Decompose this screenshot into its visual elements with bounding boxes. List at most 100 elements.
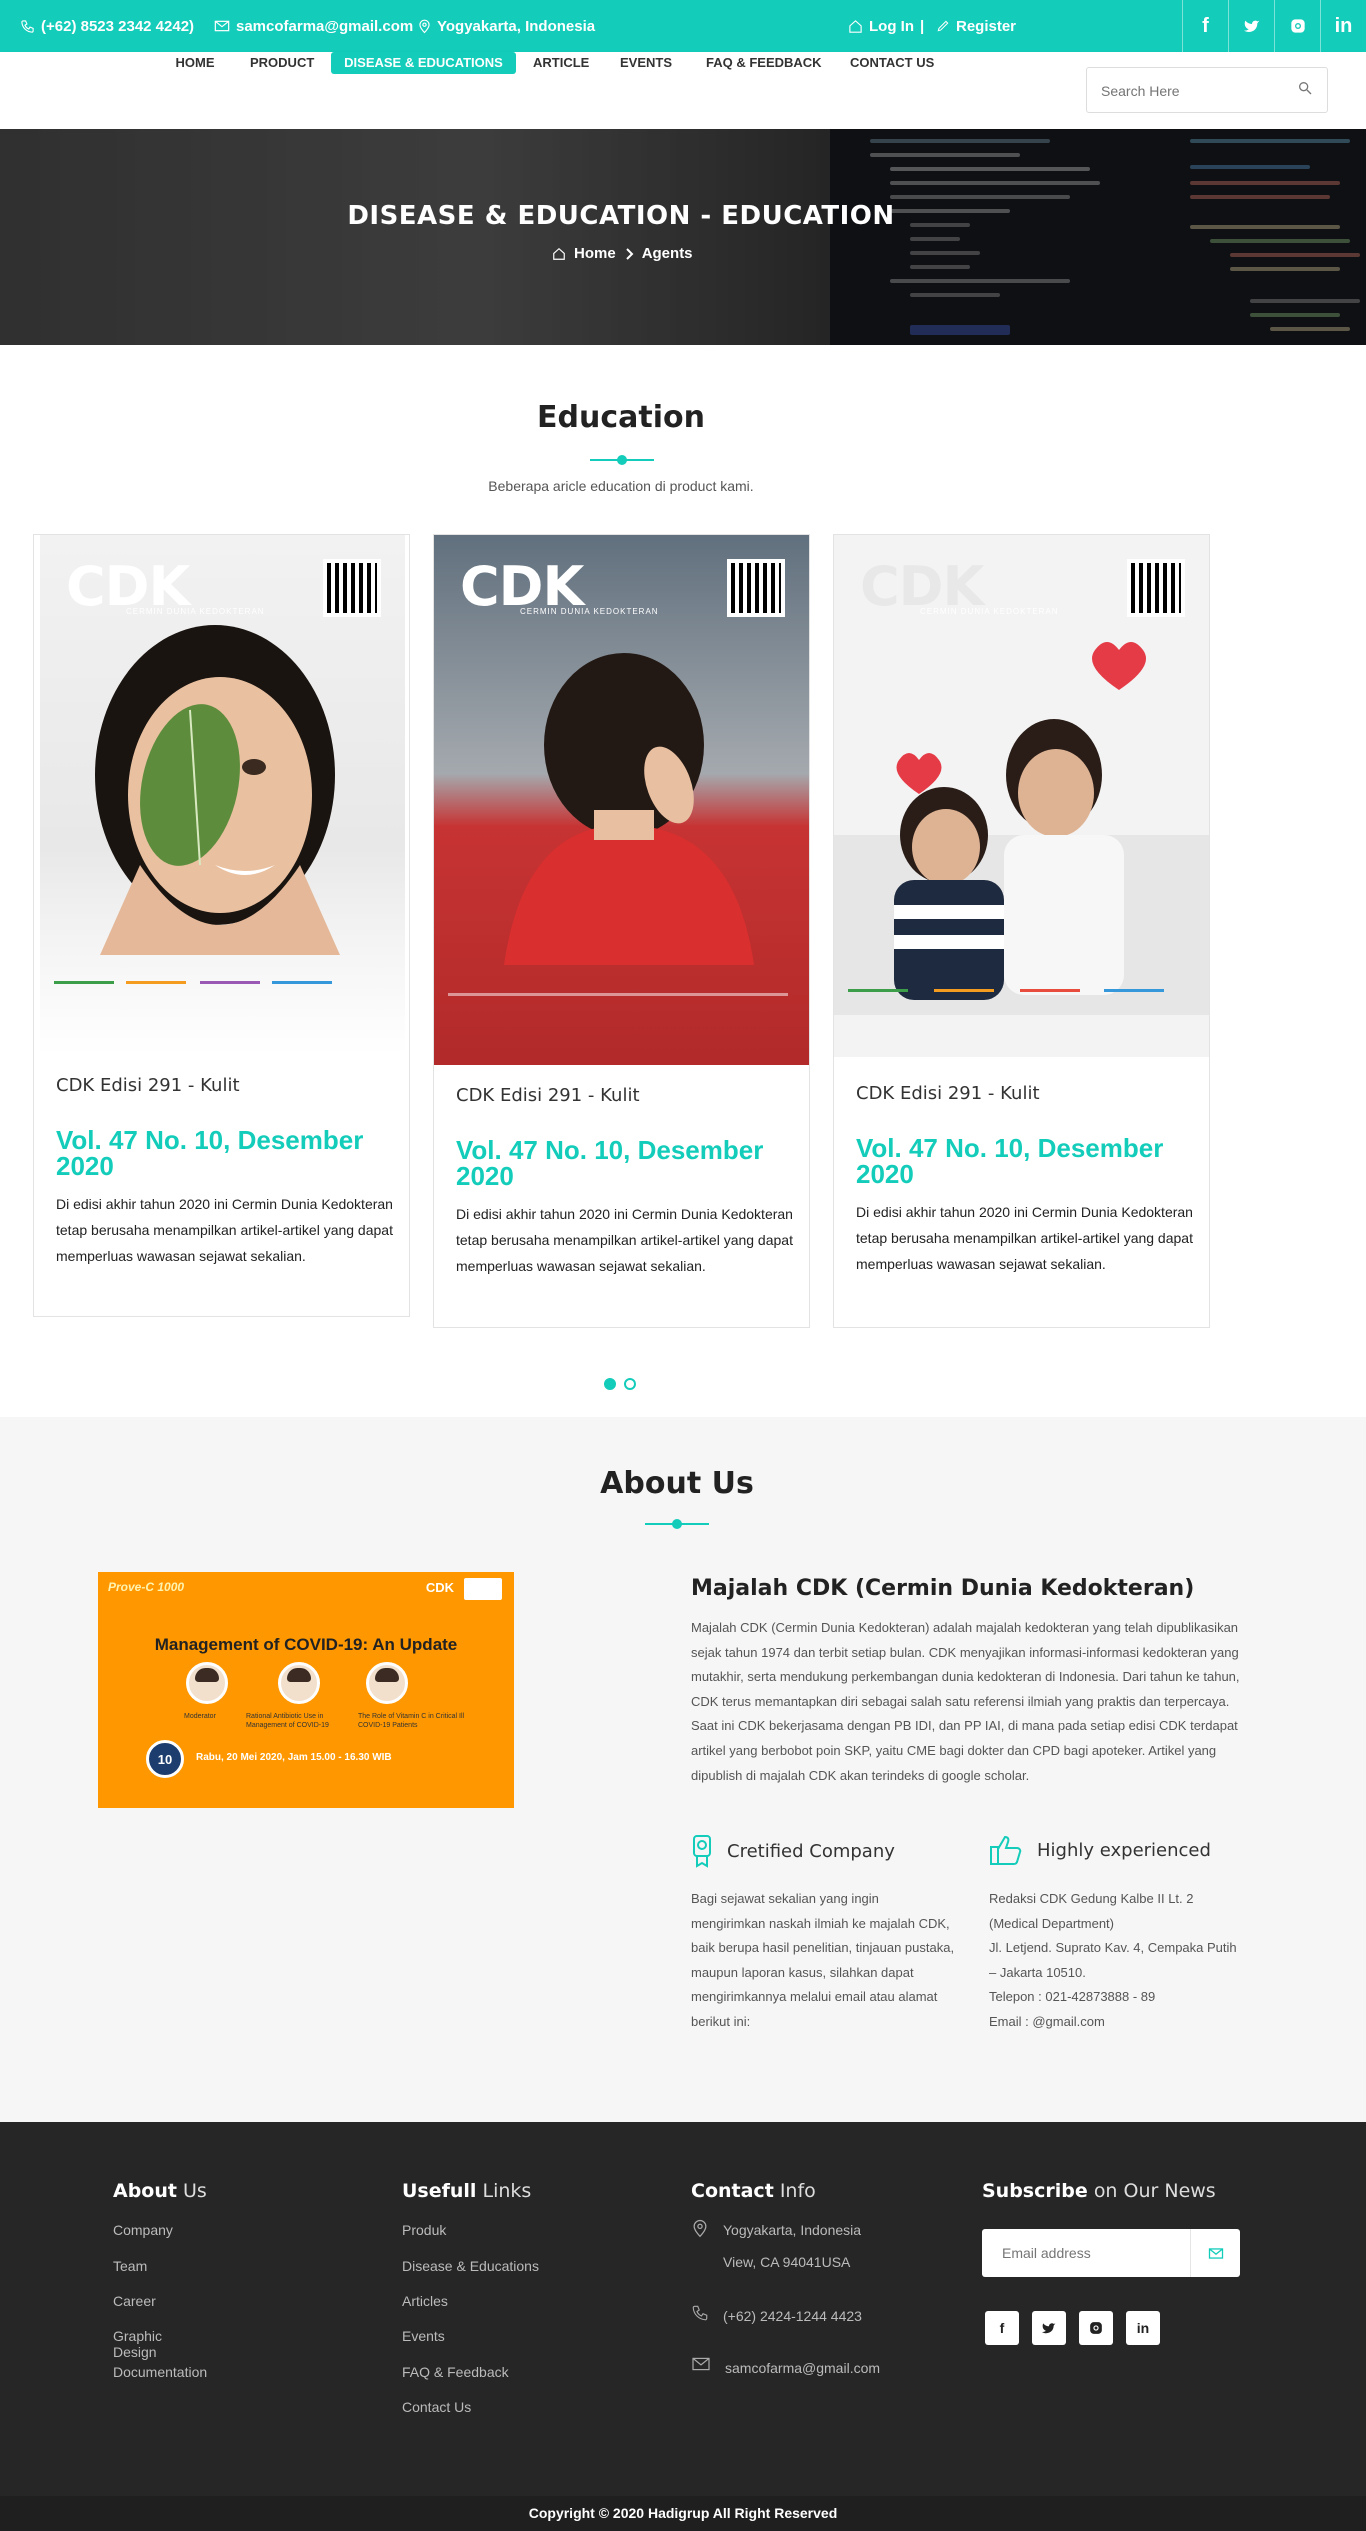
subscribe-email-input[interactable]	[1002, 2243, 1182, 2263]
footer-link[interactable]: FAQ & Feedback	[402, 2364, 509, 2380]
mail-icon	[214, 20, 230, 32]
phone-icon	[692, 2305, 708, 2321]
education-card[interactable]: CDK CERMIN DUNIA KEDOKTERAN CDK Edisi 29…	[33, 534, 410, 1317]
twitter-icon[interactable]	[1228, 0, 1274, 52]
thumbs-up-icon	[990, 1835, 1022, 1865]
location-pin-icon	[693, 2219, 707, 2238]
about-divider	[645, 1518, 709, 1530]
feature-certified: Cretified Company	[691, 1834, 895, 1868]
webinar-title: Management of COVID-19: An Update	[154, 1635, 458, 1654]
magazine-cover-image[interactable]: CDK CERMIN DUNIA KEDOKTERAN	[40, 535, 405, 1055]
phone-icon	[21, 19, 34, 33]
footer-contact-info: Contact Info Yogyakarta, Indonesia View, …	[691, 2180, 880, 2376]
footer-link[interactable]: Disease & Educations	[402, 2258, 539, 2274]
nav-disease-educations[interactable]: DISEASE & EDUCATIONS	[331, 52, 516, 74]
carousel-pagination	[604, 1378, 636, 1390]
webinar-brand-left: Prove-C 1000	[108, 1580, 185, 1594]
footer-link[interactable]: Team	[113, 2258, 147, 2274]
carousel-dot-2[interactable]	[624, 1378, 636, 1390]
about-heading: Majalah CDK (Cermin Dunia Kedokteran)	[691, 1576, 1195, 1601]
footer-instagram-icon[interactable]	[1079, 2311, 1113, 2345]
location-text: Yogyakarta, Indonesia	[437, 17, 596, 35]
card-volume[interactable]: Vol. 47 No. 10, Desember 2020	[456, 1137, 801, 1189]
instagram-icon[interactable]	[1274, 0, 1320, 52]
card-volume[interactable]: Vol. 47 No. 10, Desember 2020	[56, 1127, 401, 1179]
mail-icon	[692, 2357, 710, 2371]
nav-home[interactable]: HOME	[174, 52, 216, 74]
webinar-date: Rabu, 20 Mei 2020, Jam 15.00 - 16.30 WIB	[196, 1752, 392, 1763]
footer-link[interactable]: Company	[113, 2222, 173, 2238]
footer-twitter-icon[interactable]	[1032, 2311, 1066, 2345]
card-volume[interactable]: Vol. 47 No. 10, Desember 2020	[856, 1135, 1201, 1187]
home-icon	[849, 19, 862, 33]
footer-subscribe: Subscribe on Our News	[982, 2180, 1216, 2202]
feature-certified-label: Cretified Company	[727, 1840, 895, 1862]
topbar-separator: |	[920, 17, 925, 35]
search-icon[interactable]	[1297, 80, 1313, 96]
magazine-cover-image[interactable]: CDK CERMIN DUNIA KEDOKTERAN	[834, 535, 1209, 1057]
location-pin-icon	[419, 19, 430, 34]
footer-link[interactable]: Contact Us	[402, 2399, 471, 2415]
nav-article[interactable]: ARTICLE	[533, 52, 589, 74]
login-text: Log In	[869, 17, 914, 35]
footer-heading: Usefull Links	[402, 2180, 532, 2202]
footer-useful-links: Usefull Links Produk Disease & Education…	[402, 2180, 539, 2415]
subscribe-button[interactable]	[1190, 2229, 1240, 2277]
nav-faq-feedback[interactable]: FAQ & FEEDBACK	[706, 52, 822, 74]
email-text: samcofarma@gmail.com	[236, 17, 414, 35]
contact-email[interactable]: Email : @gmail.com	[989, 2010, 1279, 2035]
footer-link[interactable]: Documentation	[113, 2364, 207, 2380]
education-card[interactable]: CDK CERMIN DUNIA KEDOKTERAN CDK Edisi 29…	[833, 534, 1210, 1328]
card-title[interactable]: CDK Edisi 291 - Kulit	[456, 1085, 640, 1106]
mail-icon	[1208, 2247, 1223, 2259]
carousel-dot-1[interactable]	[604, 1378, 616, 1390]
footer-facebook-icon[interactable]: f	[985, 2311, 1019, 2345]
card-title[interactable]: CDK Edisi 291 - Kulit	[856, 1083, 1040, 1104]
card-title[interactable]: CDK Edisi 291 - Kulit	[56, 1075, 240, 1096]
chevron-right-icon	[625, 247, 634, 260]
webinar-banner-image: Prove-C 1000 CDK Management of COVID-19:…	[98, 1572, 514, 1808]
nav-events[interactable]: EVENTS	[620, 52, 672, 74]
phone-contact[interactable]: (+62) 8523 2342 4242)	[20, 0, 194, 52]
footer-email[interactable]: samcofarma@gmail.com	[691, 2352, 880, 2384]
topbar-social: f in	[1182, 0, 1366, 52]
speaker-caption: Rational Antibiotic Use in Management of…	[246, 1713, 329, 1729]
footer-link[interactable]: Events	[402, 2328, 445, 2344]
footer-heading: Contact Info	[691, 2180, 816, 2202]
search-input[interactable]	[1101, 80, 1281, 102]
footer-heading: About Us	[113, 2180, 207, 2202]
speaker-avatar	[186, 1662, 228, 1704]
magazine-cover-image[interactable]: CDK CERMIN DUNIA KEDOKTERAN	[434, 535, 809, 1065]
qr-code-icon	[323, 559, 381, 617]
top-bar: (+62) 8523 2342 4242) samcofarma@gmail.c…	[0, 0, 1366, 52]
facebook-icon[interactable]: f	[1182, 0, 1228, 52]
footer-linkedin-icon[interactable]: in	[1126, 2311, 1160, 2345]
education-subtitle: Beberapa aricle education di product kam…	[488, 478, 754, 494]
register-link[interactable]: Register	[936, 0, 1016, 52]
speaker-caption: Moderator	[184, 1713, 216, 1720]
linkedin-icon[interactable]: in	[1320, 0, 1366, 52]
feature-experienced-label: Highly experienced	[1037, 1839, 1211, 1861]
nav-product[interactable]: PRODUCT	[250, 52, 314, 74]
breadcrumb-current: Agents	[641, 245, 693, 262]
footer-phone[interactable]: (+62) 2424-1244 4423	[691, 2300, 862, 2332]
breadcrumb-home[interactable]: Home	[574, 245, 616, 262]
subscribe-form	[982, 2229, 1240, 2277]
register-text: Register	[956, 17, 1017, 35]
footer-link[interactable]: Articles	[402, 2293, 448, 2309]
footer-link[interactable]: Produk	[402, 2222, 446, 2238]
card-description: Di edisi akhir tahun 2020 ini Cermin Dun…	[456, 1206, 793, 1274]
location-contact: Yogyakarta, Indonesia	[418, 0, 595, 52]
education-title: Education	[537, 400, 705, 435]
footer-link[interactable]: Career	[113, 2293, 156, 2309]
login-link[interactable]: Log In	[848, 0, 914, 52]
nav-contact-us[interactable]: CONTACT US	[850, 52, 934, 74]
about-paragraph: Majalah CDK (Cermin Dunia Kedokteran) ad…	[691, 1620, 1240, 1783]
card-description: Di edisi akhir tahun 2020 ini Cermin Dun…	[56, 1196, 393, 1264]
footer-link[interactable]: Graphic Design	[113, 2328, 207, 2360]
email-contact[interactable]: samcofarma@gmail.com	[214, 0, 413, 52]
feature-certified-text: Bagi sejawat sekalian yang ingin mengiri…	[691, 1891, 955, 2029]
education-card[interactable]: CDK CERMIN DUNIA KEDOKTERAN CDK Edisi 29…	[433, 534, 810, 1328]
breadcrumb: Home Agents	[552, 245, 693, 262]
home-icon	[553, 247, 565, 260]
